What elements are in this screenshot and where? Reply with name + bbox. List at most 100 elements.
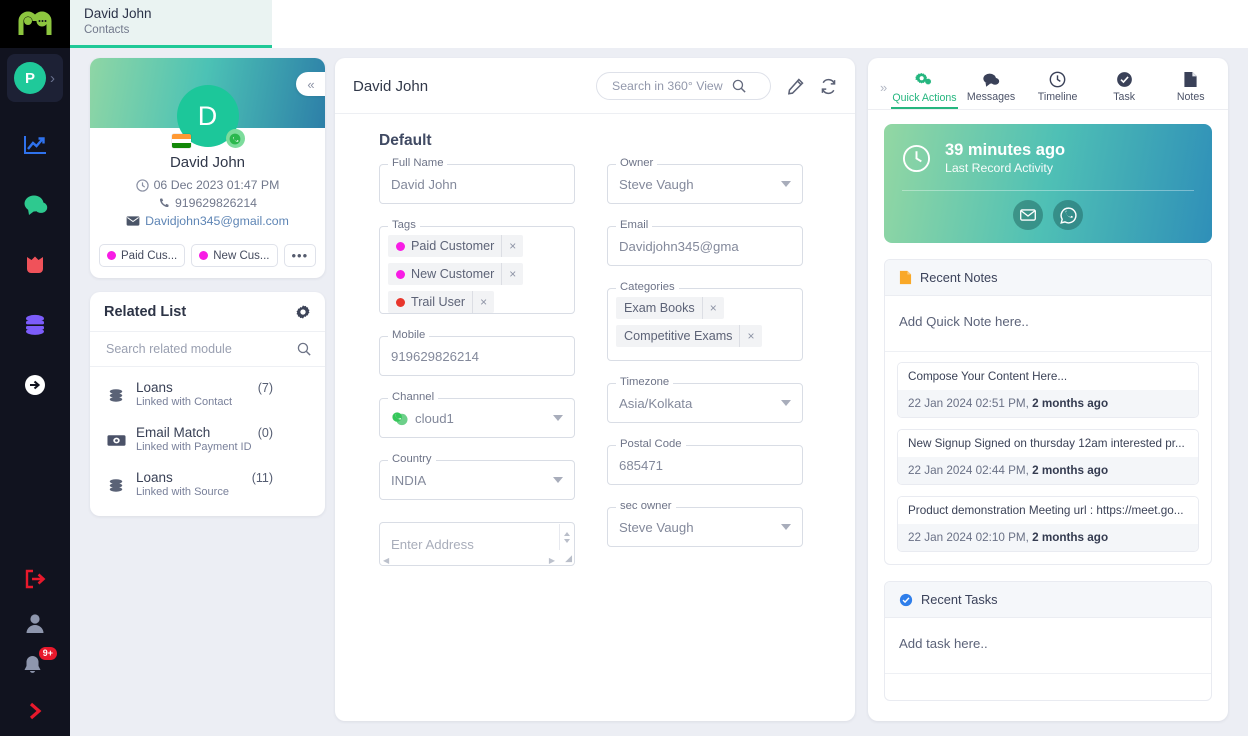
- categories-chip-container[interactable]: Exam Books × Competitive Exams ×: [607, 288, 803, 361]
- tab-timeline[interactable]: Timeline: [1024, 71, 1091, 109]
- timezone-field[interactable]: Timezone Asia/Kolkata: [607, 376, 803, 423]
- whatsapp-channel-icon: [392, 411, 408, 425]
- note-item-1[interactable]: New Signup Signed on thursday 12am inter…: [897, 429, 1199, 485]
- note-date-value: 22 Jan 2024 02:51 PM,: [908, 397, 1029, 410]
- profile-tag-0[interactable]: Paid Cus...: [99, 244, 186, 267]
- related-search-input[interactable]: Search related module: [90, 332, 325, 367]
- email-row[interactable]: Davidjohn345@gmail.com: [100, 214, 315, 228]
- chevron-down-icon[interactable]: [553, 415, 563, 421]
- remove-tag-icon[interactable]: ×: [501, 263, 523, 285]
- category-chip-competitive-exams[interactable]: Competitive Exams ×: [616, 325, 762, 347]
- record-tab-david-john[interactable]: David John Contacts: [70, 0, 272, 48]
- mobile-field[interactable]: Mobile 919629826214: [379, 329, 575, 376]
- address-hscroll[interactable]: ◀ ▶: [380, 556, 558, 565]
- tag-chip-paid-customer[interactable]: Paid Customer ×: [388, 235, 524, 257]
- chevron-down-icon[interactable]: [781, 524, 791, 530]
- more-tags-button[interactable]: •••: [283, 244, 317, 267]
- remove-tag-icon[interactable]: ×: [472, 291, 494, 313]
- chevron-down-icon[interactable]: [553, 477, 563, 483]
- tab-task[interactable]: Task: [1091, 71, 1158, 109]
- owner-select[interactable]: Steve Vaugh: [607, 164, 803, 204]
- full-name-value[interactable]: David John: [379, 164, 575, 204]
- channel-field[interactable]: Channel cloud1: [379, 391, 575, 438]
- country-field[interactable]: Country INDIA: [379, 453, 575, 500]
- address-textarea[interactable]: Enter Address ◀ ▶ ◢: [379, 522, 575, 566]
- tag-chip-new-customer[interactable]: New Customer ×: [388, 263, 524, 285]
- analytics-icon[interactable]: [22, 132, 48, 158]
- owner-value: Steve Vaugh: [619, 176, 694, 192]
- related-item-loans-source[interactable]: Loans (11) Linked with Source: [90, 457, 325, 502]
- record-tab-title: David John: [84, 6, 152, 21]
- owner-field[interactable]: Owner Steve Vaugh: [607, 157, 803, 204]
- related-list-title: Related List: [104, 304, 187, 320]
- resize-grip-icon[interactable]: ◢: [565, 553, 572, 564]
- sec-owner-field[interactable]: sec owner Steve Vaugh: [607, 500, 803, 547]
- phone-row[interactable]: 919629826214: [100, 196, 315, 210]
- note-item-0[interactable]: Compose Your Content Here... 22 Jan 2024…: [897, 362, 1199, 418]
- arrow-circle-icon[interactable]: [22, 372, 48, 398]
- search-input[interactable]: Search in 360° View: [596, 72, 771, 100]
- timezone-select[interactable]: Asia/Kolkata: [607, 383, 803, 423]
- remove-category-icon[interactable]: ×: [701, 297, 724, 319]
- remove-tag-icon[interactable]: ×: [501, 235, 523, 257]
- collapse-left-icon[interactable]: «: [296, 72, 325, 96]
- postal-code-value[interactable]: 685471: [607, 445, 803, 485]
- note-date: 22 Jan 2024 02:10 PM, 2 months ago: [898, 524, 1198, 551]
- related-item-loans-contact[interactable]: Loans (7) Linked with Contact: [90, 367, 325, 412]
- right-panel: » Quick Actions Messages Timeline Task N…: [868, 58, 1228, 721]
- edit-button[interactable]: [787, 77, 804, 95]
- email-value[interactable]: Davidjohn345@gma: [607, 226, 803, 266]
- related-item-email-match[interactable]: Email Match (0) Linked with Payment ID: [90, 412, 325, 457]
- related-list-header: Related List: [90, 292, 325, 332]
- address-field[interactable]: Enter Address ◀ ▶ ◢: [379, 522, 575, 566]
- logout-icon[interactable]: [22, 566, 48, 592]
- tab-label: Messages: [966, 91, 1016, 103]
- note-relative-time: 2 months ago: [1032, 464, 1109, 477]
- chevron-down-icon[interactable]: [781, 400, 791, 406]
- category-chip-exam-books[interactable]: Exam Books ×: [616, 297, 724, 319]
- contact-profile-card: « D David John 06 Dec 2023 01:47 PM 9196…: [90, 58, 325, 278]
- tab-quick-actions[interactable]: Quick Actions: [891, 72, 958, 109]
- tab-notes[interactable]: Notes: [1157, 71, 1224, 109]
- gear-icon[interactable]: [295, 304, 311, 320]
- tag-color-dot: [107, 251, 116, 260]
- chevron-down-icon[interactable]: [781, 181, 791, 187]
- profile-tag-1[interactable]: New Cus...: [191, 244, 278, 267]
- email-field[interactable]: Email Davidjohn345@gma: [607, 219, 803, 266]
- add-task-input[interactable]: Add task here..: [885, 618, 1211, 674]
- remove-category-icon[interactable]: ×: [739, 325, 761, 347]
- postal-code-label: Postal Code: [616, 438, 686, 450]
- campaign-icon[interactable]: [22, 252, 48, 278]
- note-item-2[interactable]: Product demonstration Meeting url : http…: [897, 496, 1199, 552]
- app-logo[interactable]: [0, 0, 70, 48]
- tab-messages[interactable]: Messages: [958, 72, 1025, 109]
- categories-field[interactable]: Categories Exam Books × Competitive Exam…: [607, 281, 803, 361]
- country-select[interactable]: INDIA: [379, 460, 575, 500]
- postal-code-field[interactable]: Postal Code 685471: [607, 438, 803, 485]
- left-nav-rail: P › 9+: [0, 0, 70, 736]
- tag-chip-trail-user[interactable]: Trail User ×: [388, 291, 495, 313]
- refresh-button[interactable]: [820, 78, 837, 95]
- channel-select[interactable]: cloud1: [379, 398, 575, 438]
- sec-owner-label: sec owner: [616, 500, 676, 512]
- send-email-button[interactable]: [1013, 200, 1043, 230]
- category-chip-label: Competitive Exams: [624, 329, 733, 343]
- mobile-label: Mobile: [388, 329, 430, 341]
- send-whatsapp-button[interactable]: [1053, 200, 1083, 230]
- add-quick-note-input[interactable]: Add Quick Note here..: [885, 296, 1211, 352]
- address-stepper[interactable]: [559, 524, 573, 550]
- user-icon[interactable]: [22, 610, 48, 636]
- expand-right-icon[interactable]: »: [876, 80, 891, 109]
- chat-icon[interactable]: [22, 192, 48, 218]
- notification-bell[interactable]: 9+: [22, 647, 57, 680]
- tags-chip-container[interactable]: Paid Customer × New Customer × Trail Use…: [379, 226, 575, 314]
- full-name-field[interactable]: Full Name David John: [379, 157, 575, 204]
- mobile-value[interactable]: 919629826214: [379, 336, 575, 376]
- country-label: Country: [388, 453, 436, 465]
- rail-user-profile[interactable]: P ›: [7, 54, 63, 102]
- chevron-right-icon[interactable]: [22, 698, 48, 724]
- rail-avatar: P: [14, 62, 46, 94]
- sec-owner-select[interactable]: Steve Vaugh: [607, 507, 803, 547]
- database-icon[interactable]: [22, 312, 48, 338]
- tags-field[interactable]: Tags Paid Customer × New Customer × Trai…: [379, 219, 575, 314]
